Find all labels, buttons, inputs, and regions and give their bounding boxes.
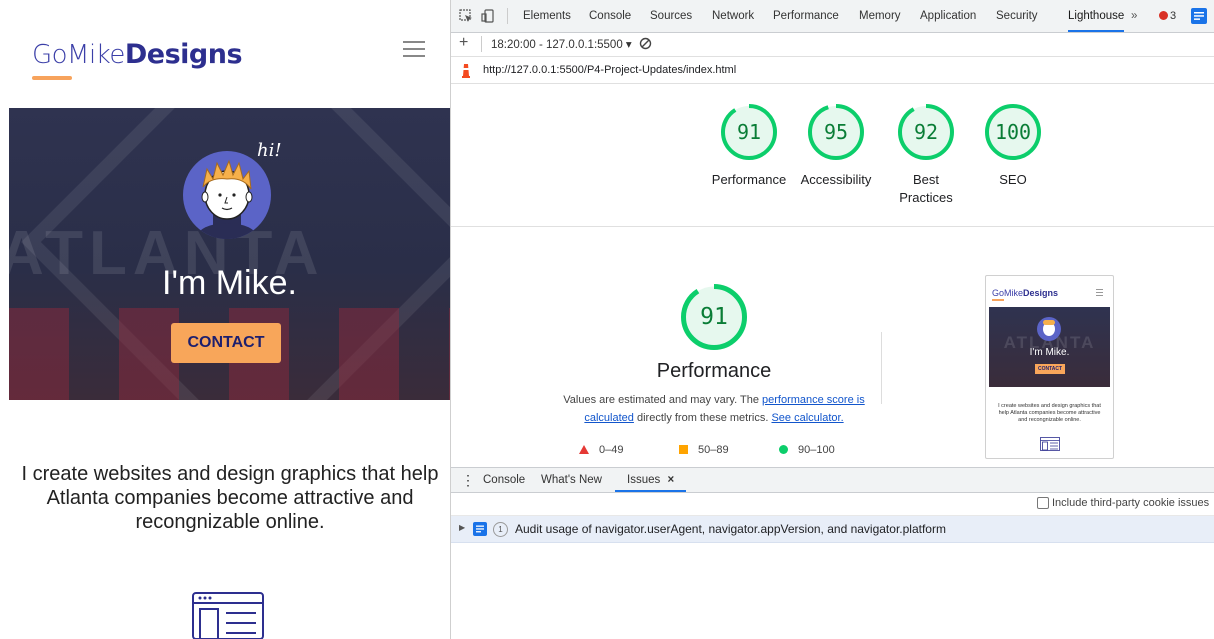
legend-square-icon bbox=[679, 445, 688, 454]
logo-part-designs: Designs bbox=[124, 39, 243, 70]
tab-performance[interactable]: Performance bbox=[773, 0, 839, 32]
performance-gauge-large: 91 bbox=[681, 284, 747, 350]
tab-security[interactable]: Security bbox=[996, 0, 1038, 32]
url-bar: http://127.0.0.1:5500/P4-Project-Updates… bbox=[451, 57, 1214, 84]
devtools-panel: Elements Console Sources Network Performance… bbox=[451, 0, 1214, 639]
clear-reports-icon[interactable] bbox=[639, 37, 652, 53]
hi-speech-text: hi! bbox=[257, 140, 282, 161]
issue-text: Audit usage of navigator.userAgent, navi… bbox=[515, 522, 946, 536]
thumb-contact-button: CONTACT bbox=[1035, 364, 1065, 374]
gauge-accessibility[interactable]: 95 bbox=[808, 104, 864, 160]
tab-application[interactable]: Application bbox=[920, 0, 976, 32]
legend-range: 90–100 bbox=[798, 444, 835, 456]
hamburger-menu-icon[interactable] bbox=[403, 41, 425, 57]
device-toolbar-icon[interactable] bbox=[481, 9, 495, 23]
close-issues-tab-icon[interactable]: × bbox=[667, 474, 674, 486]
thumb-hero-title: I'm Mike. bbox=[1029, 347, 1070, 358]
page-screenshot-thumbnail[interactable]: GoMikeDesigns ATLANTA I'm Mike. CONTACT … bbox=[985, 275, 1114, 459]
legend-range: 0–49 bbox=[599, 444, 624, 456]
score-legend: 0–49 50–89 90–100 bbox=[579, 444, 879, 458]
site-logo[interactable]: GoMikeDesigns bbox=[32, 38, 243, 70]
more-tabs-button[interactable]: » bbox=[1131, 0, 1137, 32]
thumb-logo: GoMikeDesigns bbox=[992, 288, 1058, 298]
issue-row[interactable]: ▶ 1 Audit usage of navigator.userAgent, … bbox=[451, 516, 1214, 543]
tab-network[interactable]: Network bbox=[712, 0, 754, 32]
devtools-tab-bar: Elements Console Sources Network Performance… bbox=[451, 0, 1214, 33]
tab-console[interactable]: Console bbox=[589, 0, 631, 32]
score-best-practices: 92 bbox=[913, 120, 939, 144]
drawer-tab-issues[interactable]: Issues × bbox=[615, 468, 687, 492]
gauge-best-practices[interactable]: 92 bbox=[898, 104, 954, 160]
report-selector[interactable]: 18:20:00 - 127.0.0.1:5500 ▾ bbox=[491, 37, 632, 51]
audited-url[interactable]: http://127.0.0.1:5500/P4-Project-Updates… bbox=[483, 64, 736, 76]
tab-memory[interactable]: Memory bbox=[859, 0, 901, 32]
web-design-icon bbox=[192, 591, 264, 639]
drawer-tab-issues-label: Issues bbox=[627, 474, 661, 486]
thumb-tagline: I create websites and design graphics th… bbox=[998, 403, 1101, 423]
issues-message-icon[interactable] bbox=[1191, 8, 1207, 24]
issue-count-badge: 1 bbox=[493, 522, 508, 537]
thumb-hero: ATLANTA I'm Mike. CONTACT bbox=[989, 307, 1110, 387]
label-best-practices[interactable]: Best Practices bbox=[896, 171, 956, 207]
error-icon bbox=[1159, 11, 1168, 20]
error-count: 3 bbox=[1170, 10, 1177, 22]
desc-text-1: Values are estimated and may vary. The bbox=[563, 394, 762, 406]
legend-triangle-icon bbox=[579, 445, 589, 454]
tab-elements[interactable]: Elements bbox=[523, 0, 571, 32]
see-calculator-link[interactable]: See calculator. bbox=[771, 412, 843, 424]
drawer-tab-console[interactable]: Console bbox=[483, 468, 525, 492]
gauge-seo[interactable]: 100 bbox=[985, 104, 1041, 160]
vertical-divider bbox=[881, 332, 882, 404]
error-count-badge[interactable]: 3 bbox=[1159, 9, 1176, 23]
site-preview: GoMikeDesigns ATLANTA hi! I'm Mike. CONT… bbox=[0, 0, 450, 639]
include-cookie-issues-label[interactable]: Include third-party cookie issues bbox=[1052, 497, 1209, 509]
toolbar-separator bbox=[481, 36, 482, 52]
drawer-menu-icon[interactable]: ⋮ bbox=[461, 468, 475, 492]
logo-part-gomike: GoMike bbox=[32, 40, 125, 70]
site-tagline: I create websites and design graphics th… bbox=[21, 463, 439, 533]
legend-item-circle: 90–100 bbox=[779, 444, 835, 456]
thumb-hamburger-icon bbox=[1096, 289, 1103, 296]
score-accessibility: 95 bbox=[823, 120, 849, 144]
performance-description: Values are estimated and may vary. The p… bbox=[561, 391, 867, 427]
score-seo: 100 bbox=[994, 120, 1032, 144]
legend-range: 50–89 bbox=[698, 444, 729, 456]
expand-triangle-icon[interactable]: ▶ bbox=[459, 523, 465, 532]
thumb-avatar bbox=[1037, 317, 1061, 341]
lighthouse-logo-icon bbox=[459, 62, 473, 81]
drawer-tab-whats-new[interactable]: What's New bbox=[541, 468, 602, 492]
thumb-logo-underline bbox=[992, 299, 1004, 301]
inspect-element-icon[interactable] bbox=[459, 9, 473, 23]
new-report-button[interactable]: + bbox=[459, 35, 468, 51]
include-cookie-issues-checkbox[interactable] bbox=[1037, 497, 1049, 509]
drawer-tab-bar: ⋮ Console What's New Issues × bbox=[451, 467, 1214, 493]
cookie-issues-row: Include third-party cookie issues bbox=[451, 492, 1214, 516]
lighthouse-toolbar: + 18:20:00 - 127.0.0.1:5500 ▾ bbox=[451, 32, 1214, 57]
thumb-logo-part1: GoMike bbox=[992, 288, 1024, 298]
tab-sources[interactable]: Sources bbox=[650, 0, 692, 32]
logo-underline bbox=[32, 76, 72, 80]
label-seo[interactable]: SEO bbox=[968, 171, 1058, 189]
tab-lighthouse[interactable]: Lighthouse bbox=[1068, 0, 1125, 32]
legend-circle-icon bbox=[779, 445, 788, 454]
score-performance: 91 bbox=[736, 120, 762, 144]
toolbar-separator bbox=[507, 8, 508, 24]
section-divider bbox=[451, 226, 1214, 227]
hero-title: I'm Mike. bbox=[162, 264, 297, 302]
legend-item-square: 50–89 bbox=[679, 444, 729, 456]
legend-item-triangle: 0–49 bbox=[579, 444, 623, 456]
performance-heading: Performance bbox=[656, 360, 772, 382]
gauge-performance[interactable]: 91 bbox=[721, 104, 777, 160]
avatar-illustration bbox=[183, 151, 271, 239]
contact-button[interactable]: CONTACT bbox=[171, 323, 281, 363]
hero-section: ATLANTA hi! I'm Mike. CONTACT bbox=[9, 108, 450, 400]
desc-text-2: directly from these metrics. bbox=[633, 412, 772, 424]
thumb-web-design-icon bbox=[1040, 437, 1060, 454]
label-accessibility[interactable]: Accessibility bbox=[791, 171, 881, 189]
performance-score-large: 91 bbox=[700, 304, 728, 330]
label-performance[interactable]: Performance bbox=[704, 171, 794, 189]
thumb-logo-part2: Designs bbox=[1023, 288, 1059, 298]
site-header: GoMikeDesigns bbox=[0, 0, 450, 108]
issue-message-icon bbox=[473, 522, 487, 536]
